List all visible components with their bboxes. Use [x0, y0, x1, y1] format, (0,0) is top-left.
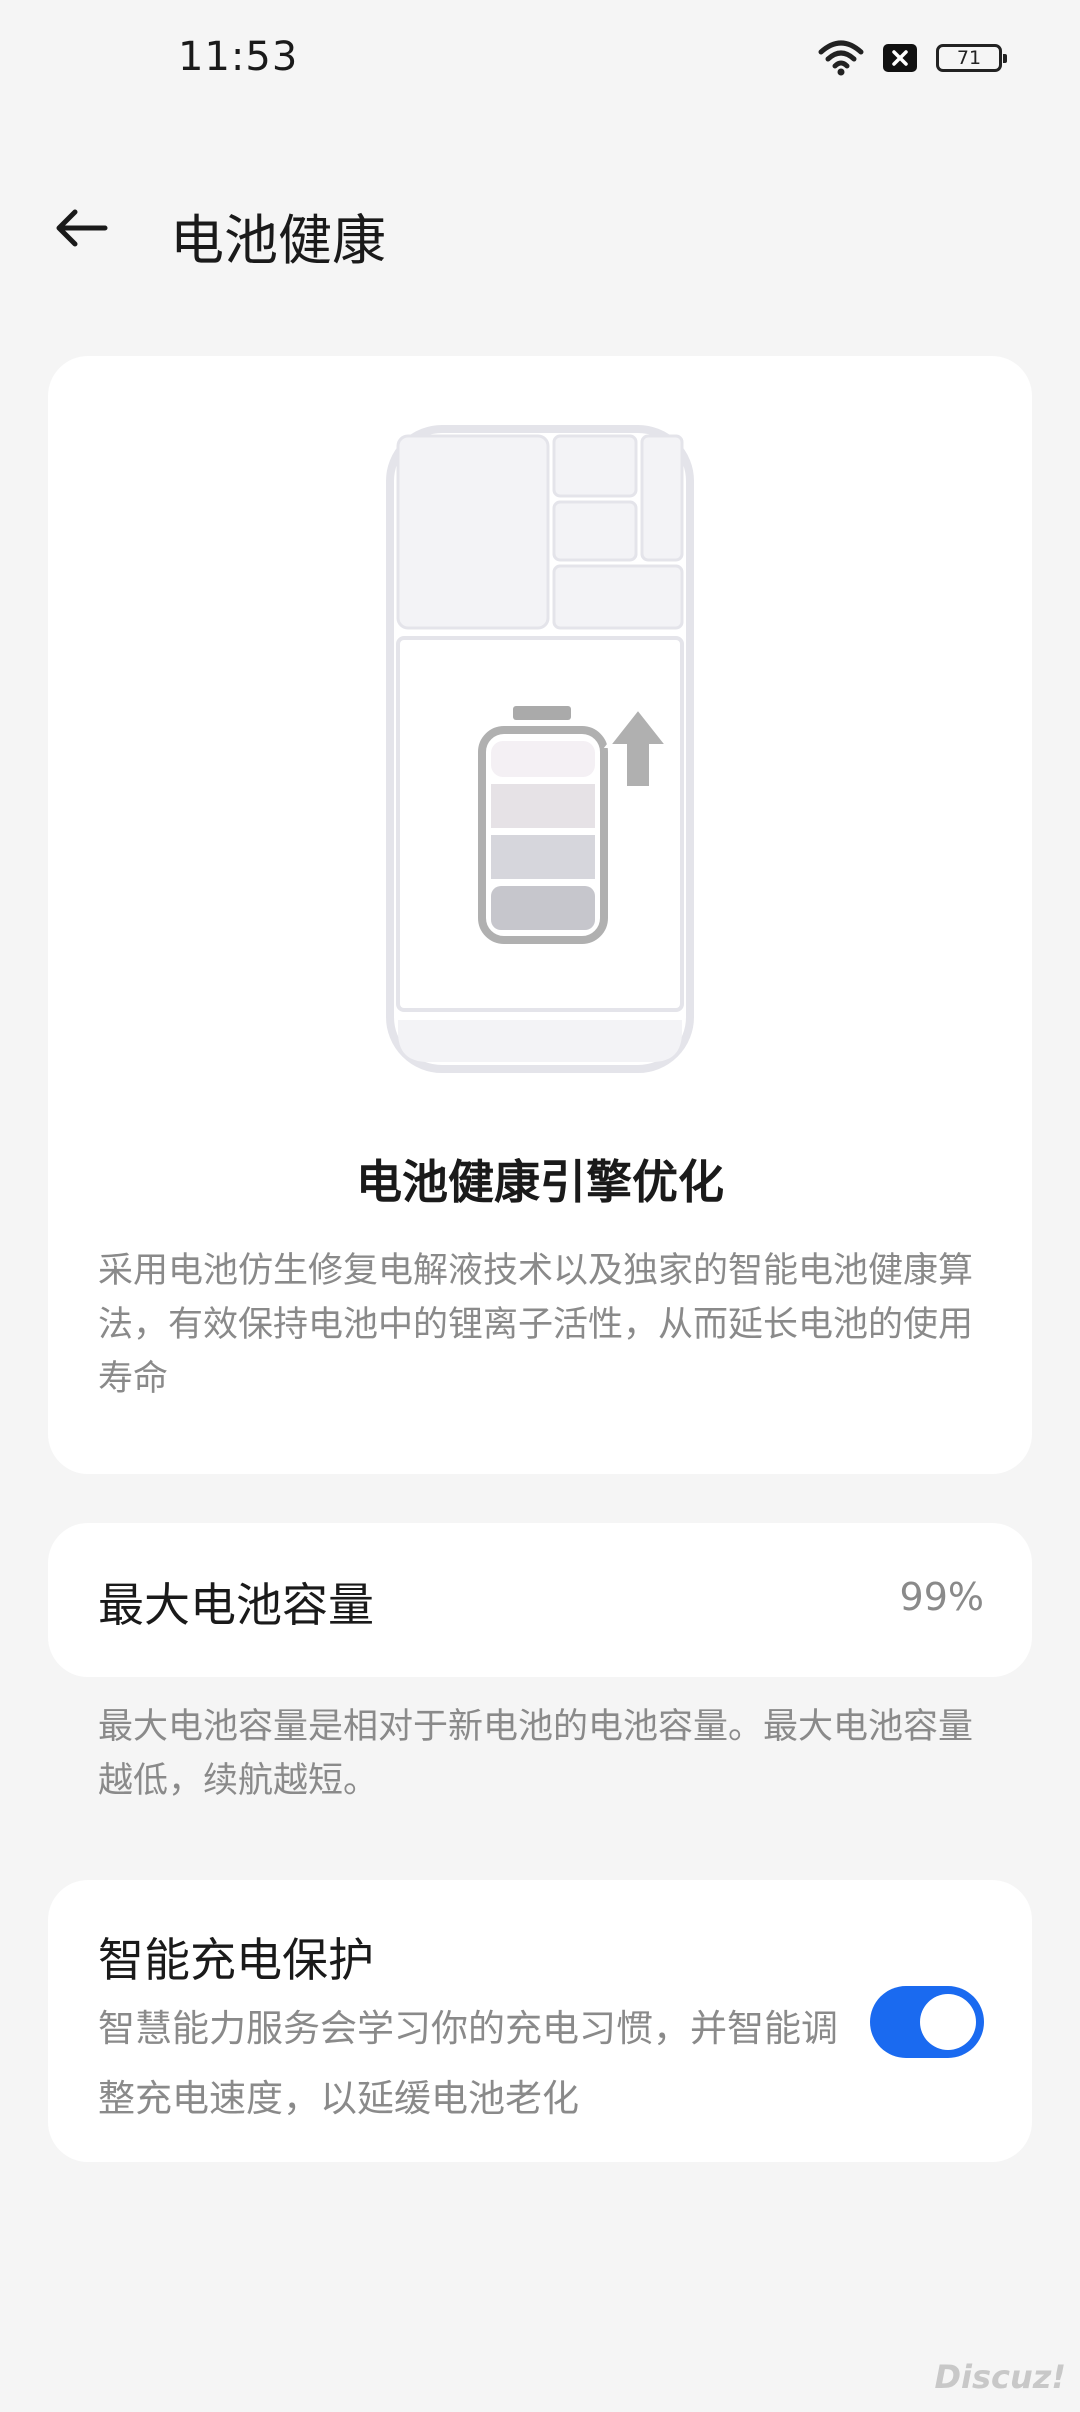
- battery-level: 71: [956, 47, 982, 69]
- smart-charging-title: 智能充电保护: [98, 1933, 374, 1987]
- status-icons: 71: [818, 40, 1007, 76]
- no-sim-icon: [882, 43, 918, 73]
- page-title: 电池健康: [170, 209, 386, 272]
- status-bar: 11:53 71: [0, 0, 1080, 124]
- watermark: Discuz!: [934, 2358, 1066, 2396]
- smart-charging-protection-row[interactable]: 智能充电保护 智慧能力服务会学习你的充电习惯，并智能调整充电速度，以延缓电池老化: [48, 1880, 1032, 2162]
- phone-battery-illustration: [48, 356, 1032, 1116]
- smart-charging-toggle[interactable]: [870, 1986, 984, 2058]
- toggle-knob: [920, 1994, 976, 2050]
- battery-icon: 71: [936, 44, 1007, 72]
- header: 电池健康: [0, 180, 1080, 280]
- max-capacity-label: 最大电池容量: [98, 1578, 374, 1632]
- max-capacity-value: 99%: [899, 1575, 984, 1619]
- max-capacity-note: 最大电池容量是相对于新电池的电池容量。最大电池容量越低，续航越短。: [98, 1707, 974, 1801]
- battery-engine-card: 电池健康引擎优化 采用电池仿生修复电解液技术以及独家的智能电池健康算法，有效保持…: [48, 356, 1032, 1474]
- wifi-icon: [818, 40, 864, 76]
- hero-title: 电池健康引擎优化: [356, 1155, 724, 1209]
- smart-charging-description: 智慧能力服务会学习你的充电习惯，并智能调整充电速度，以延缓电池老化: [98, 2007, 838, 2120]
- back-arrow-icon: [53, 208, 109, 252]
- back-button[interactable]: [46, 198, 116, 262]
- status-time: 11:53: [178, 34, 299, 80]
- max-capacity-row: 最大电池容量 99%: [48, 1523, 1032, 1677]
- hero-description: 采用电池仿生修复电解液技术以及独家的智能电池健康算法，有效保持电池中的锂离子活性…: [98, 1251, 974, 1399]
